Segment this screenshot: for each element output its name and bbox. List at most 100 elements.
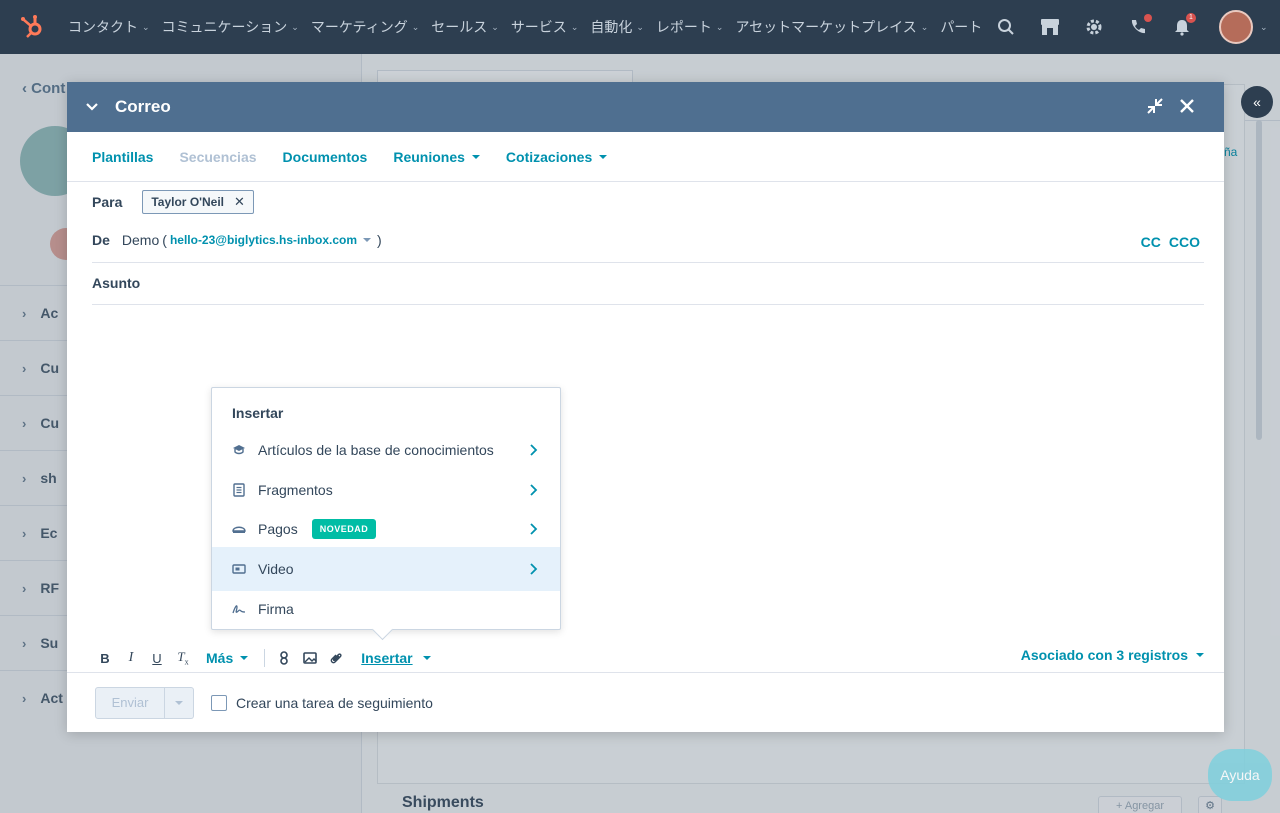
document-icon — [232, 483, 246, 497]
tab-sequences[interactable]: Secuencias — [179, 149, 256, 165]
from-row: De Demo (hello-23@biglytics.hs-inbox.com… — [92, 232, 1204, 263]
chevron-down-icon: ⌄ — [142, 21, 150, 32]
composer-title: Correo — [115, 97, 171, 116]
insert-link-button[interactable] — [271, 646, 297, 670]
user-avatar[interactable] — [1219, 10, 1253, 44]
composer-tabs: Plantillas Secuencias Documentos Reunion… — [67, 132, 1224, 182]
associations-label: Asociado con 3 registros — [1020, 647, 1188, 663]
nav-item-contacts[interactable]: コンタクト ⌄ — [64, 17, 158, 37]
nav-item-label: 自動化 — [590, 19, 633, 35]
more-formatting-button[interactable]: Más — [206, 650, 249, 666]
nav-item-partner[interactable]: パート — [936, 17, 990, 37]
cc-link[interactable]: CC — [1141, 234, 1161, 250]
tab-documents[interactable]: Documentos — [283, 149, 368, 165]
bold-icon: B — [100, 650, 110, 666]
main-menu: コンタクト ⌄ コミュニケーション ⌄ マーケティング ⌄ セールス ⌄ サービス ⌄ 自… — [64, 0, 994, 54]
link-icon — [280, 651, 289, 665]
italic-button[interactable]: I — [118, 646, 144, 670]
nav-item-label: パート — [940, 19, 983, 35]
nav-item-asset-marketplace[interactable]: アセットマーケットプレイス ⌄ — [731, 17, 936, 37]
subject-label: Asunto — [92, 275, 141, 291]
tab-quotes[interactable]: Cotizaciones — [506, 149, 608, 165]
attach-file-button[interactable] — [323, 646, 349, 670]
nav-item-communication[interactable]: コミュニケーション ⌄ — [158, 17, 307, 37]
nav-item-sales[interactable]: セールス ⌄ — [427, 17, 507, 37]
insert-item-label: Video — [258, 561, 294, 577]
marketplace-icon[interactable] — [1039, 16, 1061, 38]
calling-icon[interactable] — [1127, 14, 1152, 38]
close-icon[interactable] — [1178, 97, 1198, 117]
insert-image-button[interactable] — [297, 646, 323, 670]
tab-label: Secuencias — [179, 148, 257, 165]
nav-item-label: サービス — [510, 19, 567, 35]
tab-templates[interactable]: Plantillas — [92, 149, 153, 165]
nav-item-label: アセットマーケットプレイス — [735, 19, 917, 35]
tab-label: Reuniones — [393, 148, 465, 165]
followup-checkbox[interactable] — [211, 694, 227, 711]
insert-item-signature[interactable]: Firma — [212, 587, 560, 631]
italic-icon: I — [128, 650, 134, 665]
nav-item-label: レポート — [655, 19, 712, 35]
insert-item-video[interactable]: Video — [212, 547, 560, 591]
more-label: Más — [206, 650, 234, 666]
nav-item-label: セールス — [431, 19, 488, 35]
followup-task-option[interactable]: Crear una tarea de seguimiento — [211, 694, 433, 711]
to-row: Para Taylor O'Neil ✕ — [92, 190, 254, 214]
chevron-down-icon: ⌄ — [411, 21, 420, 32]
caret-down-icon — [175, 700, 183, 705]
from-label: De — [92, 232, 110, 248]
bcc-link[interactable]: CCO — [1169, 234, 1200, 250]
caret-down-icon — [599, 154, 608, 159]
composer-footer: Enviar Crear una tarea de seguimiento — [67, 672, 1224, 732]
chevron-down-icon: ⌄ — [570, 21, 579, 32]
paren-close: ) — [377, 232, 382, 248]
recipient-chip[interactable]: Taylor O'Neil ✕ — [142, 190, 254, 214]
insert-item-label: Artículos de la base de conocimientos — [258, 442, 494, 458]
video-icon — [232, 562, 246, 576]
underline-button[interactable]: U — [144, 646, 170, 670]
notifications-bell-icon[interactable]: 1 — [1171, 12, 1197, 38]
insert-popover-title: Insertar — [232, 405, 284, 421]
nav-item-automation[interactable]: 自動化 ⌄ — [586, 17, 652, 37]
chevron-right-icon — [530, 563, 538, 575]
image-icon — [303, 652, 318, 664]
new-badge: NOVEDAD — [311, 519, 377, 539]
search-icon[interactable] — [995, 16, 1017, 38]
chevron-down-icon: ⌄ — [715, 21, 724, 32]
collapse-sidebar-button[interactable]: « — [1241, 86, 1273, 118]
bold-button[interactable]: B — [92, 646, 118, 670]
send-button-group: Enviar — [95, 686, 194, 719]
insert-popover: Insertar Artículos de la base de conocim… — [211, 387, 561, 630]
settings-gear-icon[interactable] — [1083, 16, 1105, 38]
editor-toolbar: B I U Tx Más Insertar Asociado con 3 reg… — [92, 644, 1212, 672]
chevron-right-icon — [530, 444, 538, 456]
nav-item-marketing[interactable]: マーケティング ⌄ — [307, 17, 427, 37]
chevron-down-icon[interactable]: ⌄ — [1260, 22, 1268, 33]
insert-item-payments[interactable]: Pagos NOVEDAD — [212, 507, 560, 551]
notification-count-badge: 1 — [1185, 12, 1197, 24]
send-options-button[interactable] — [165, 686, 194, 719]
insert-menu-button[interactable]: Insertar — [361, 650, 431, 666]
nav-item-reports[interactable]: レポート ⌄ — [652, 17, 732, 37]
caret-down-icon — [471, 154, 480, 159]
cc-bcc-links: CC CCO — [1141, 234, 1200, 250]
signature-icon — [232, 602, 246, 616]
from-email: hello-23@biglytics.hs-inbox.com — [169, 233, 358, 247]
minimize-chevron-icon[interactable] — [83, 98, 101, 116]
tab-meetings[interactable]: Reuniones — [393, 149, 480, 165]
insert-item-snippets[interactable]: Fragmentos — [212, 468, 560, 512]
shrink-icon[interactable] — [1147, 98, 1165, 116]
from-selector[interactable]: Demo (hello-23@biglytics.hs-inbox.com ) — [122, 232, 382, 248]
insert-item-knowledge-base[interactable]: Artículos de la base de conocimientos — [212, 428, 560, 472]
clear-format-button[interactable]: Tx — [170, 646, 196, 670]
nav-item-service[interactable]: サービス ⌄ — [507, 17, 587, 37]
send-button[interactable]: Enviar — [95, 686, 165, 719]
payments-icon — [232, 522, 246, 536]
subject-row[interactable]: Asunto — [92, 275, 1204, 305]
hubspot-logo-icon[interactable] — [0, 0, 64, 54]
associations-dropdown[interactable]: Asociado con 3 registros — [1021, 647, 1204, 663]
underline-icon: U — [152, 650, 162, 666]
caret-down-icon — [1196, 653, 1204, 657]
remove-recipient-icon[interactable]: ✕ — [234, 194, 245, 210]
help-button[interactable]: Ayuda — [1208, 749, 1272, 801]
